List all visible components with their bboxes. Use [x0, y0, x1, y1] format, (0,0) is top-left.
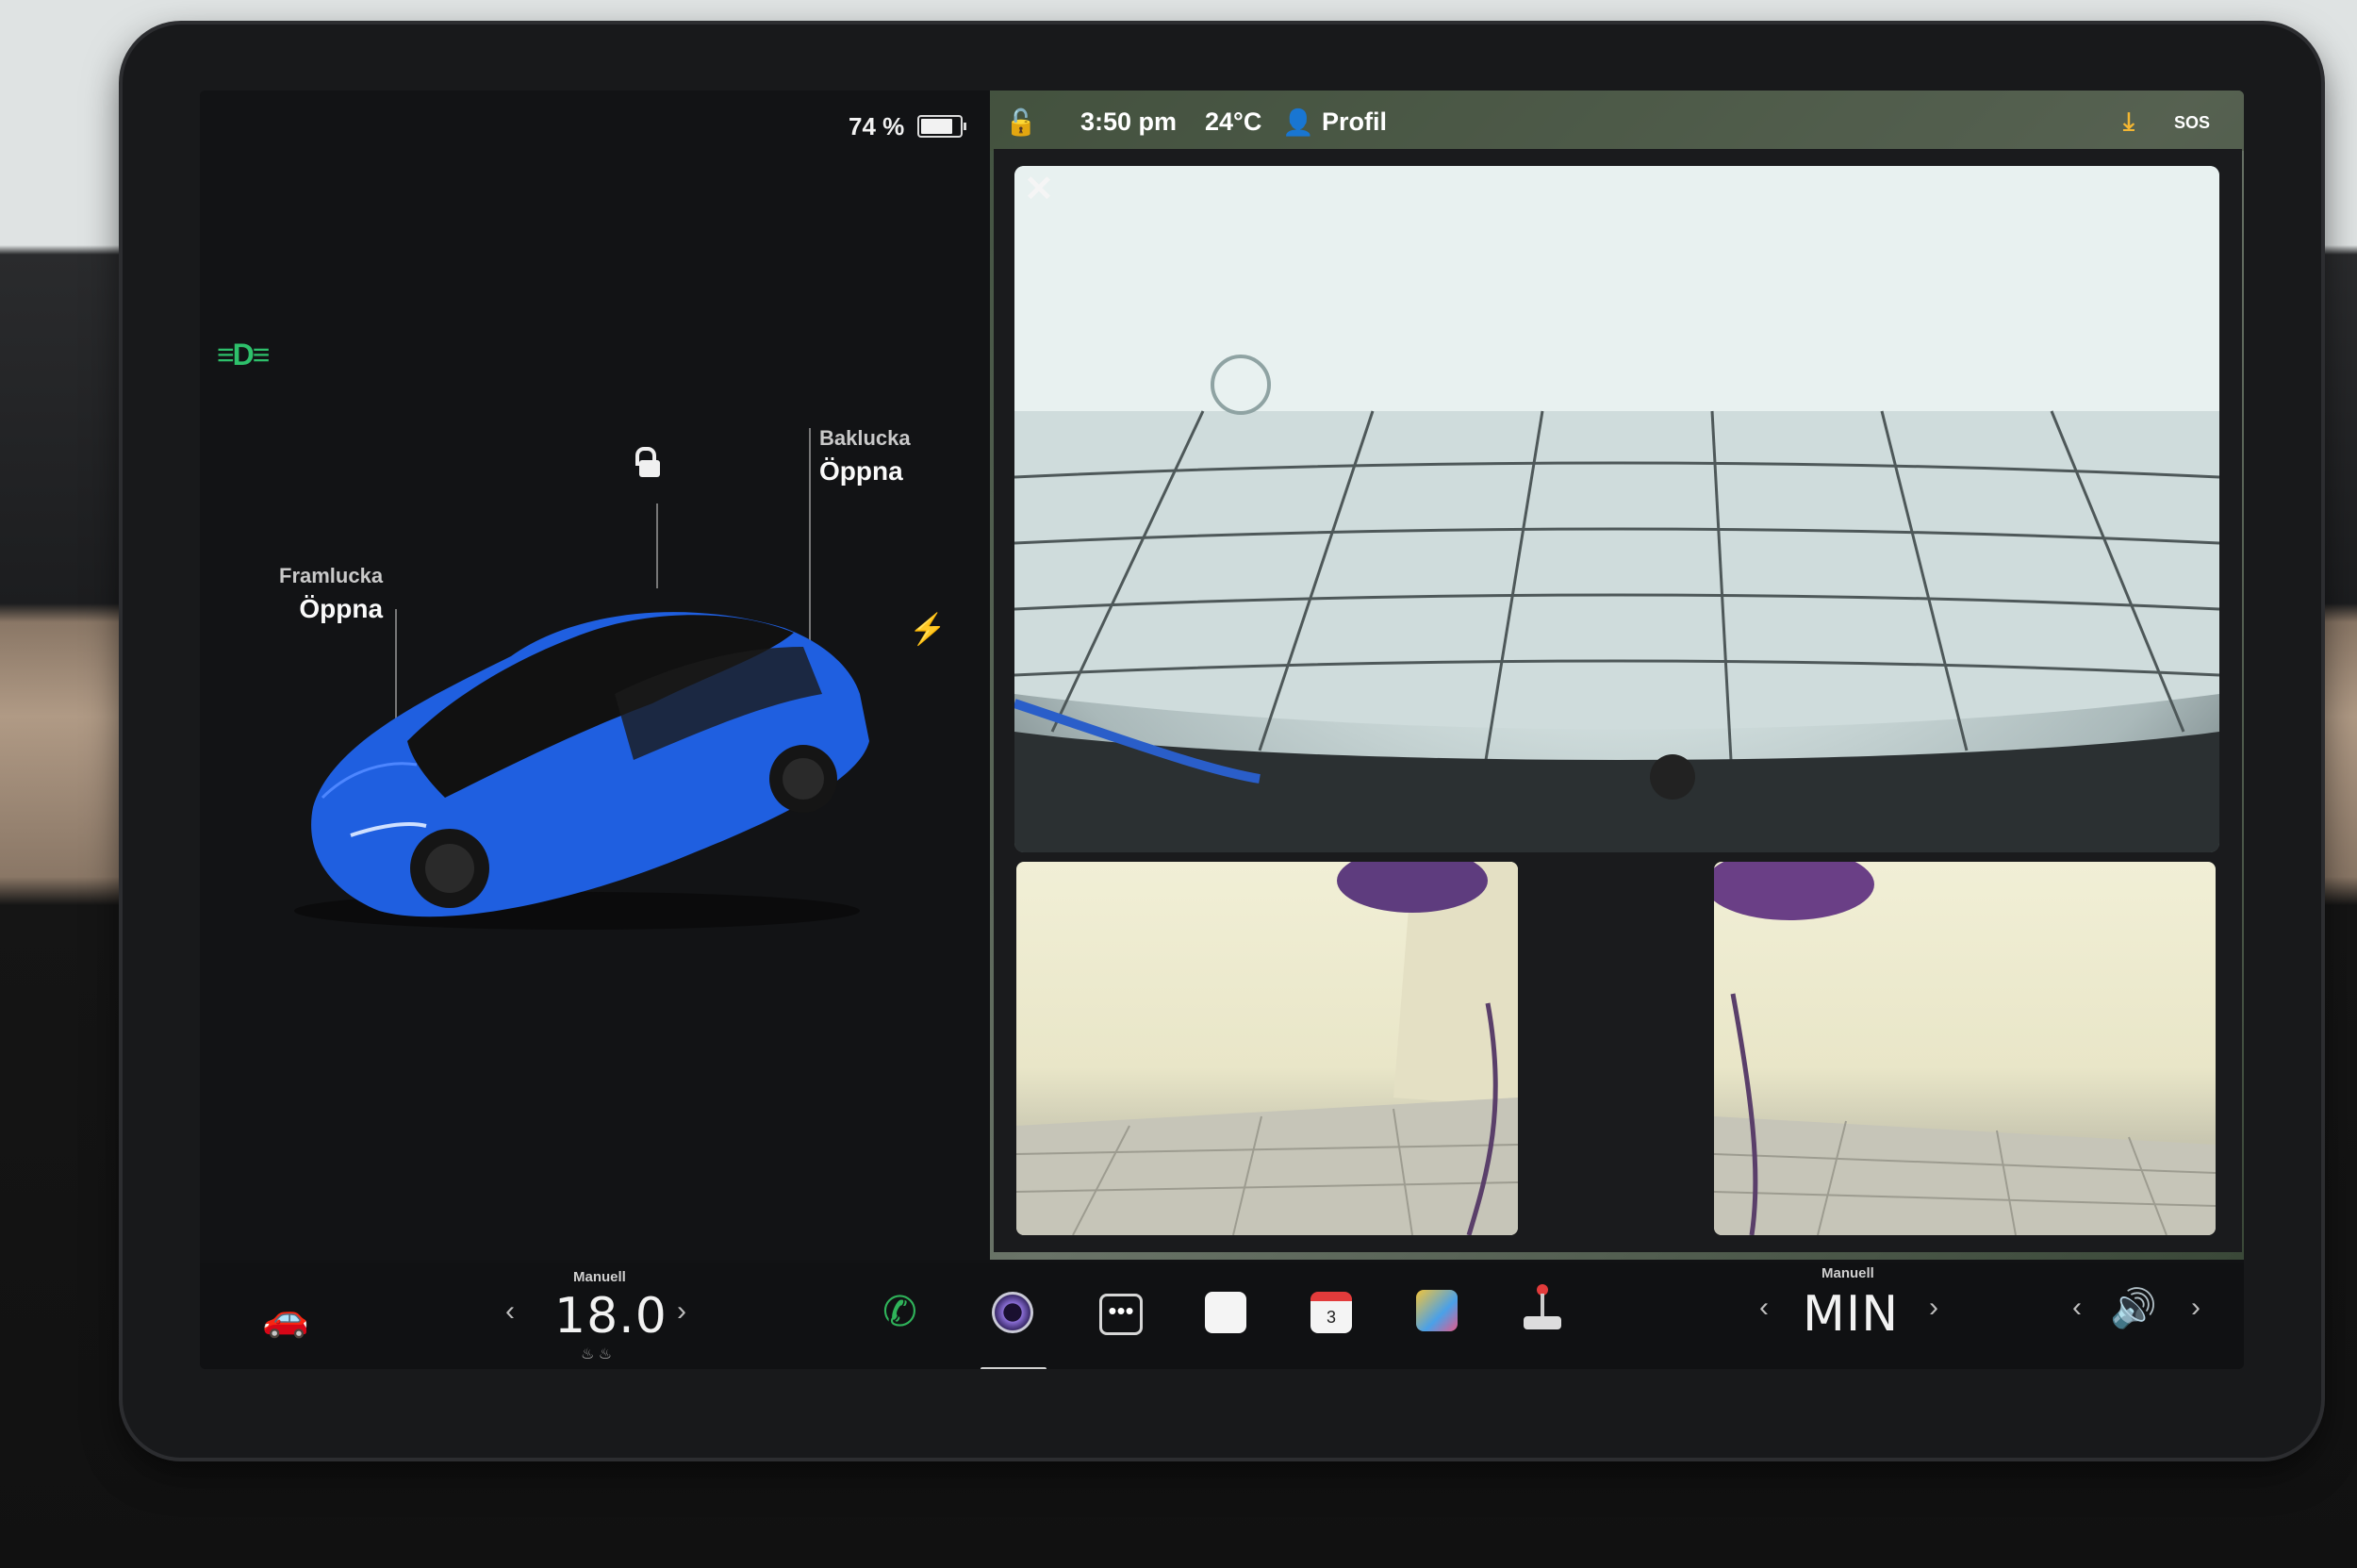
- profile-button[interactable]: Profil: [1322, 107, 1387, 137]
- lock-status-icon[interactable]: 🔓: [1005, 107, 1037, 138]
- fan-up-arrow[interactable]: ›: [1929, 1292, 1938, 1324]
- clock: 3:50 pm: [1080, 107, 1178, 136]
- volume-icon[interactable]: 🔊: [2110, 1286, 2157, 1330]
- driver-temp-down-arrow[interactable]: ‹: [505, 1296, 515, 1328]
- notes-icon[interactable]: [1205, 1292, 1246, 1333]
- fan-setting[interactable]: MIN: [1803, 1286, 1899, 1343]
- bottom-dock: 🚗 ‹ Manuell 18.0 › ♨ ♨ ✆ ••• 3 ‹ Manuell…: [200, 1263, 2244, 1369]
- status-bar: 🔓 3:50 pm 24°C 👤 Profil ⤓ SOS: [990, 91, 2244, 151]
- car-image: [294, 612, 869, 930]
- headlight-icon: ≡D≡: [217, 338, 270, 371]
- battery-fill: [921, 119, 952, 134]
- rear-trunk-control[interactable]: Baklucka Öppna: [819, 426, 911, 487]
- unlock-icon[interactable]: [635, 447, 664, 477]
- toybox-icon[interactable]: [1416, 1290, 1458, 1331]
- left-camera-image: [1016, 862, 1518, 1235]
- battery-status: 74 %: [849, 107, 967, 145]
- passenger-climate-mode: Manuell: [1821, 1265, 1874, 1281]
- car-icon[interactable]: 🚗: [262, 1296, 309, 1340]
- rear-trunk-label: Baklucka: [819, 426, 911, 450]
- left-repeater-camera-view: [1016, 862, 1518, 1235]
- volume-down-arrow[interactable]: ‹: [2072, 1292, 2082, 1324]
- close-camera-button[interactable]: ✕: [1024, 168, 1054, 210]
- joystick-icon[interactable]: [1524, 1284, 1561, 1335]
- battery-percent: 74 %: [849, 111, 905, 140]
- charge-icon[interactable]: ⚡: [909, 611, 947, 647]
- fan-down-arrow[interactable]: ‹: [1759, 1292, 1769, 1324]
- vehicle-panel: 74 % ≡D≡ Framlucka Öppna Baklucka Öppna …: [200, 91, 990, 1260]
- right-repeater-camera-view: [1714, 862, 2216, 1235]
- rear-camera-image: [1014, 166, 2219, 852]
- unlock-body: [639, 460, 660, 477]
- driver-temp-up-arrow[interactable]: ›: [677, 1296, 686, 1328]
- rear-camera-view: [1014, 166, 2219, 852]
- driver-temperature[interactable]: 18.0: [554, 1288, 668, 1345]
- active-app-indicator: [981, 1367, 1047, 1369]
- more-icon[interactable]: •••: [1099, 1294, 1143, 1335]
- right-camera-image: [1714, 862, 2216, 1235]
- download-icon[interactable]: ⤓: [2123, 107, 2134, 138]
- vehicle-render: [294, 553, 898, 930]
- battery-icon: [917, 115, 967, 138]
- volume-up-arrow[interactable]: ›: [2191, 1292, 2200, 1324]
- camera-icon[interactable]: [992, 1292, 1033, 1333]
- phone-icon[interactable]: ✆: [882, 1288, 917, 1336]
- sos-button[interactable]: SOS: [2174, 113, 2210, 133]
- calendar-icon[interactable]: 3: [1310, 1292, 1352, 1333]
- seat-heater-icons[interactable]: ♨ ♨: [581, 1345, 612, 1363]
- outside-temperature: 24°C: [1205, 107, 1262, 136]
- rear-trunk-open[interactable]: Öppna: [819, 456, 911, 487]
- camera-viewer: ✕: [994, 149, 2242, 1252]
- profile-icon[interactable]: 👤: [1282, 107, 1314, 138]
- driver-climate-mode: Manuell: [573, 1269, 626, 1285]
- touchscreen: 74 % ≡D≡ Framlucka Öppna Baklucka Öppna …: [200, 91, 2244, 1369]
